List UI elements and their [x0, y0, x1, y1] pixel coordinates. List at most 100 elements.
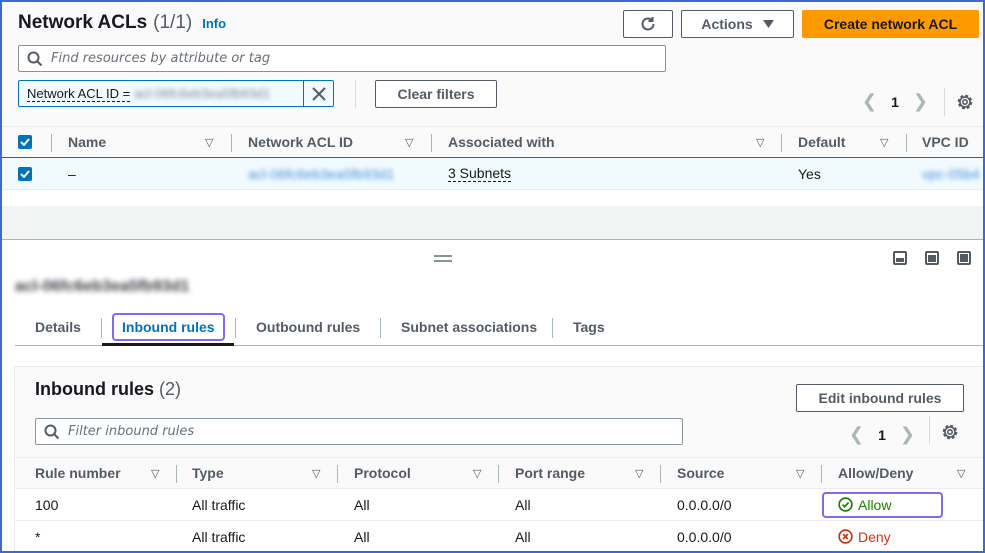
column-separator: [51, 134, 52, 152]
sort-icon[interactable]: ▽: [756, 136, 764, 149]
search-icon: [44, 424, 60, 439]
column-header-associated-with[interactable]: Associated with: [448, 127, 555, 157]
remove-filter-button[interactable]: [303, 81, 333, 106]
rule-type: All traffic: [192, 528, 246, 545]
panel-bottom-icon[interactable]: [893, 251, 907, 265]
actions-dropdown[interactable]: Actions: [681, 10, 794, 38]
info-link[interactable]: Info: [202, 16, 226, 31]
acl-name: –: [68, 165, 76, 182]
inbound-rules-header: Inbound rules (2): [35, 379, 181, 400]
rule-action: Allow: [822, 489, 944, 520]
filter-token-label[interactable]: Network ACL ID = acl-06fc6eb3ea5fb93d1: [19, 81, 303, 106]
column-header-vpc-id[interactable]: VPC ID: [922, 127, 969, 157]
previous-page-icon[interactable]: ❮: [849, 424, 864, 445]
page-title: Network ACLs: [18, 12, 148, 33]
panel-footer: [0, 206, 985, 240]
edit-inbound-rules-button[interactable]: Edit inbound rules: [796, 384, 964, 412]
current-page[interactable]: 1: [891, 94, 899, 110]
filter-input[interactable]: [68, 424, 648, 439]
row-checkbox[interactable]: [18, 158, 32, 189]
search-input[interactable]: [51, 51, 631, 66]
page-header: Network ACLs (1/1) Info: [18, 12, 226, 34]
filter-value: acl-06fc6eb3ea5fb93d1: [134, 86, 271, 101]
sort-icon[interactable]: ▽: [635, 467, 643, 480]
inbound-rules-title: Inbound rules: [35, 379, 154, 399]
column-header-rule-number[interactable]: Rule number: [35, 458, 121, 488]
rule-protocol: All: [354, 528, 370, 545]
inbound-pagination: ❮ 1 ❯: [849, 424, 915, 445]
tab-inbound-rules[interactable]: Inbound rules: [112, 310, 225, 344]
sort-icon[interactable]: ▽: [957, 467, 965, 480]
column-header-acl-id[interactable]: Network ACL ID: [248, 127, 353, 157]
column-separator[interactable]: [176, 465, 177, 483]
clear-filters-button[interactable]: Clear filters: [375, 80, 497, 108]
resource-search[interactable]: [18, 45, 666, 72]
tab-tags[interactable]: Tags: [573, 310, 605, 344]
tab-outbound-rules[interactable]: Outbound rules: [256, 310, 360, 344]
column-separator[interactable]: [906, 134, 907, 152]
deny-label: Deny: [858, 528, 891, 545]
active-tab-indicator: [102, 343, 234, 346]
close-icon: [311, 86, 326, 101]
filter-token[interactable]: Network ACL ID = acl-06fc6eb3ea5fb93d1: [18, 80, 334, 107]
refresh-button[interactable]: [623, 10, 673, 38]
vpc-id-link[interactable]: vpc-05b4: [922, 158, 980, 189]
pager-divider: [944, 88, 945, 116]
column-header-default[interactable]: Default: [798, 127, 845, 157]
deny-status: Deny: [838, 529, 891, 545]
sort-icon[interactable]: ▽: [205, 136, 213, 149]
sort-icon[interactable]: ▽: [880, 136, 888, 149]
column-header-port-range[interactable]: Port range: [515, 458, 585, 488]
column-header-allow-deny[interactable]: Allow/Deny: [838, 458, 913, 488]
resize-handle-icon[interactable]: [434, 255, 452, 265]
column-header-source[interactable]: Source: [677, 458, 724, 488]
filter-divider: [355, 80, 356, 108]
rule-number: *: [35, 528, 41, 545]
sort-icon[interactable]: ▽: [151, 467, 159, 480]
create-network-acl-button[interactable]: Create network ACL: [802, 10, 979, 38]
panel-side-icon[interactable]: [925, 251, 939, 265]
previous-page-icon[interactable]: ❮: [862, 91, 877, 112]
settings-gear-icon[interactable]: [941, 423, 959, 441]
sort-icon[interactable]: ▽: [796, 467, 804, 480]
table-spacer: [0, 190, 985, 206]
tab-separator: [101, 318, 102, 338]
column-header-protocol[interactable]: Protocol: [354, 458, 411, 488]
rule-source: 0.0.0.0/0: [677, 496, 732, 513]
column-separator[interactable]: [231, 134, 232, 152]
tab-separator: [552, 318, 553, 338]
tab-details[interactable]: Details: [35, 310, 81, 344]
associated-with-value[interactable]: 3 Subnets: [448, 165, 512, 182]
details-tabs: Details Inbound rules Outbound rules Sub…: [15, 310, 985, 346]
column-header-type[interactable]: Type: [192, 458, 224, 488]
caret-down-icon: [762, 20, 774, 28]
column-separator[interactable]: [660, 465, 661, 483]
tab-subnet-associations[interactable]: Subnet associations: [401, 310, 537, 344]
acl-id-link[interactable]: acl-06fc6eb3ea5fb93d1: [248, 158, 394, 189]
column-separator[interactable]: [431, 134, 432, 152]
default-value: Yes: [798, 165, 821, 182]
settings-gear-icon[interactable]: [956, 93, 974, 111]
column-separator[interactable]: [498, 465, 499, 483]
associated-subnets-link[interactable]: 3 Subnets: [448, 158, 512, 189]
sort-icon[interactable]: ▽: [312, 467, 320, 480]
select-all-checkbox[interactable]: [18, 127, 32, 157]
next-page-icon[interactable]: ❯: [900, 424, 915, 445]
acl-table-header: Name ▽ Network ACL ID ▽ Associated with …: [0, 126, 985, 158]
sort-icon[interactable]: ▽: [473, 467, 481, 480]
clear-filters-label: Clear filters: [397, 86, 475, 102]
next-page-icon[interactable]: ❯: [913, 91, 928, 112]
column-separator[interactable]: [337, 465, 338, 483]
column-header-name[interactable]: Name: [68, 127, 106, 157]
rule-protocol: All: [354, 496, 370, 513]
sort-icon[interactable]: ▽: [405, 136, 413, 149]
column-separator[interactable]: [821, 465, 822, 483]
panel-full-icon[interactable]: [957, 251, 971, 265]
current-page[interactable]: 1: [878, 427, 886, 443]
pagination: ❮ 1 ❯: [862, 91, 928, 112]
column-separator[interactable]: [781, 134, 782, 152]
inbound-rules-filter[interactable]: [35, 418, 683, 445]
allow-status: Allow: [822, 491, 944, 518]
table-row[interactable]: – acl-06fc6eb3ea5fb93d1 3 Subnets Yes vp…: [0, 158, 985, 190]
tab-inbound-rules-label: Inbound rules: [112, 313, 225, 341]
